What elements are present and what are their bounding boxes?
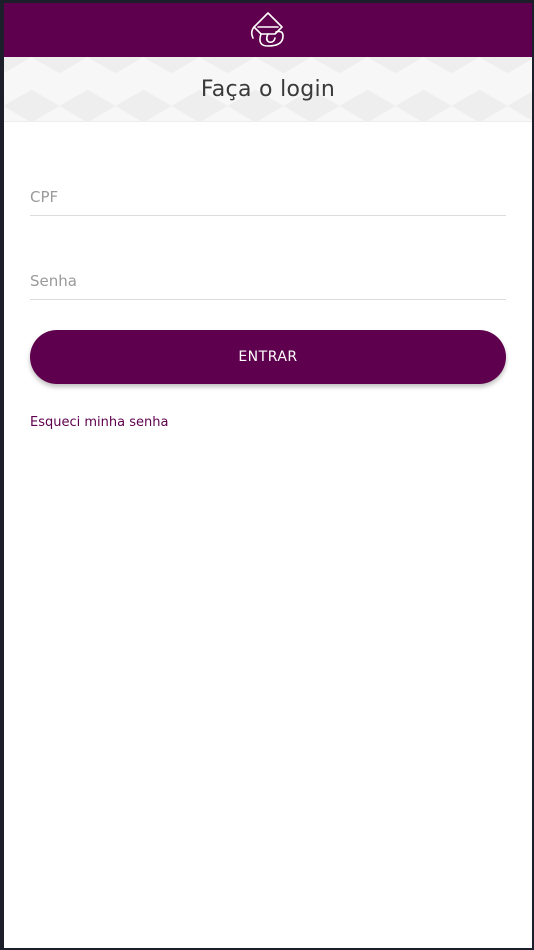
title-band: Faça o login [4, 57, 532, 122]
brand-logo-icon [247, 10, 289, 50]
password-field [30, 263, 506, 300]
login-button[interactable]: ENTRAR [30, 330, 506, 384]
cpf-input[interactable] [30, 179, 506, 215]
cpf-field [30, 179, 506, 216]
forgot-password-link[interactable]: Esqueci minha senha [30, 415, 168, 430]
page-title: Faça o login [200, 76, 336, 102]
app-window: Faça o login ENTRAR Esqueci minha senha [4, 3, 532, 948]
password-input[interactable] [30, 263, 506, 299]
header-bar [4, 3, 532, 57]
